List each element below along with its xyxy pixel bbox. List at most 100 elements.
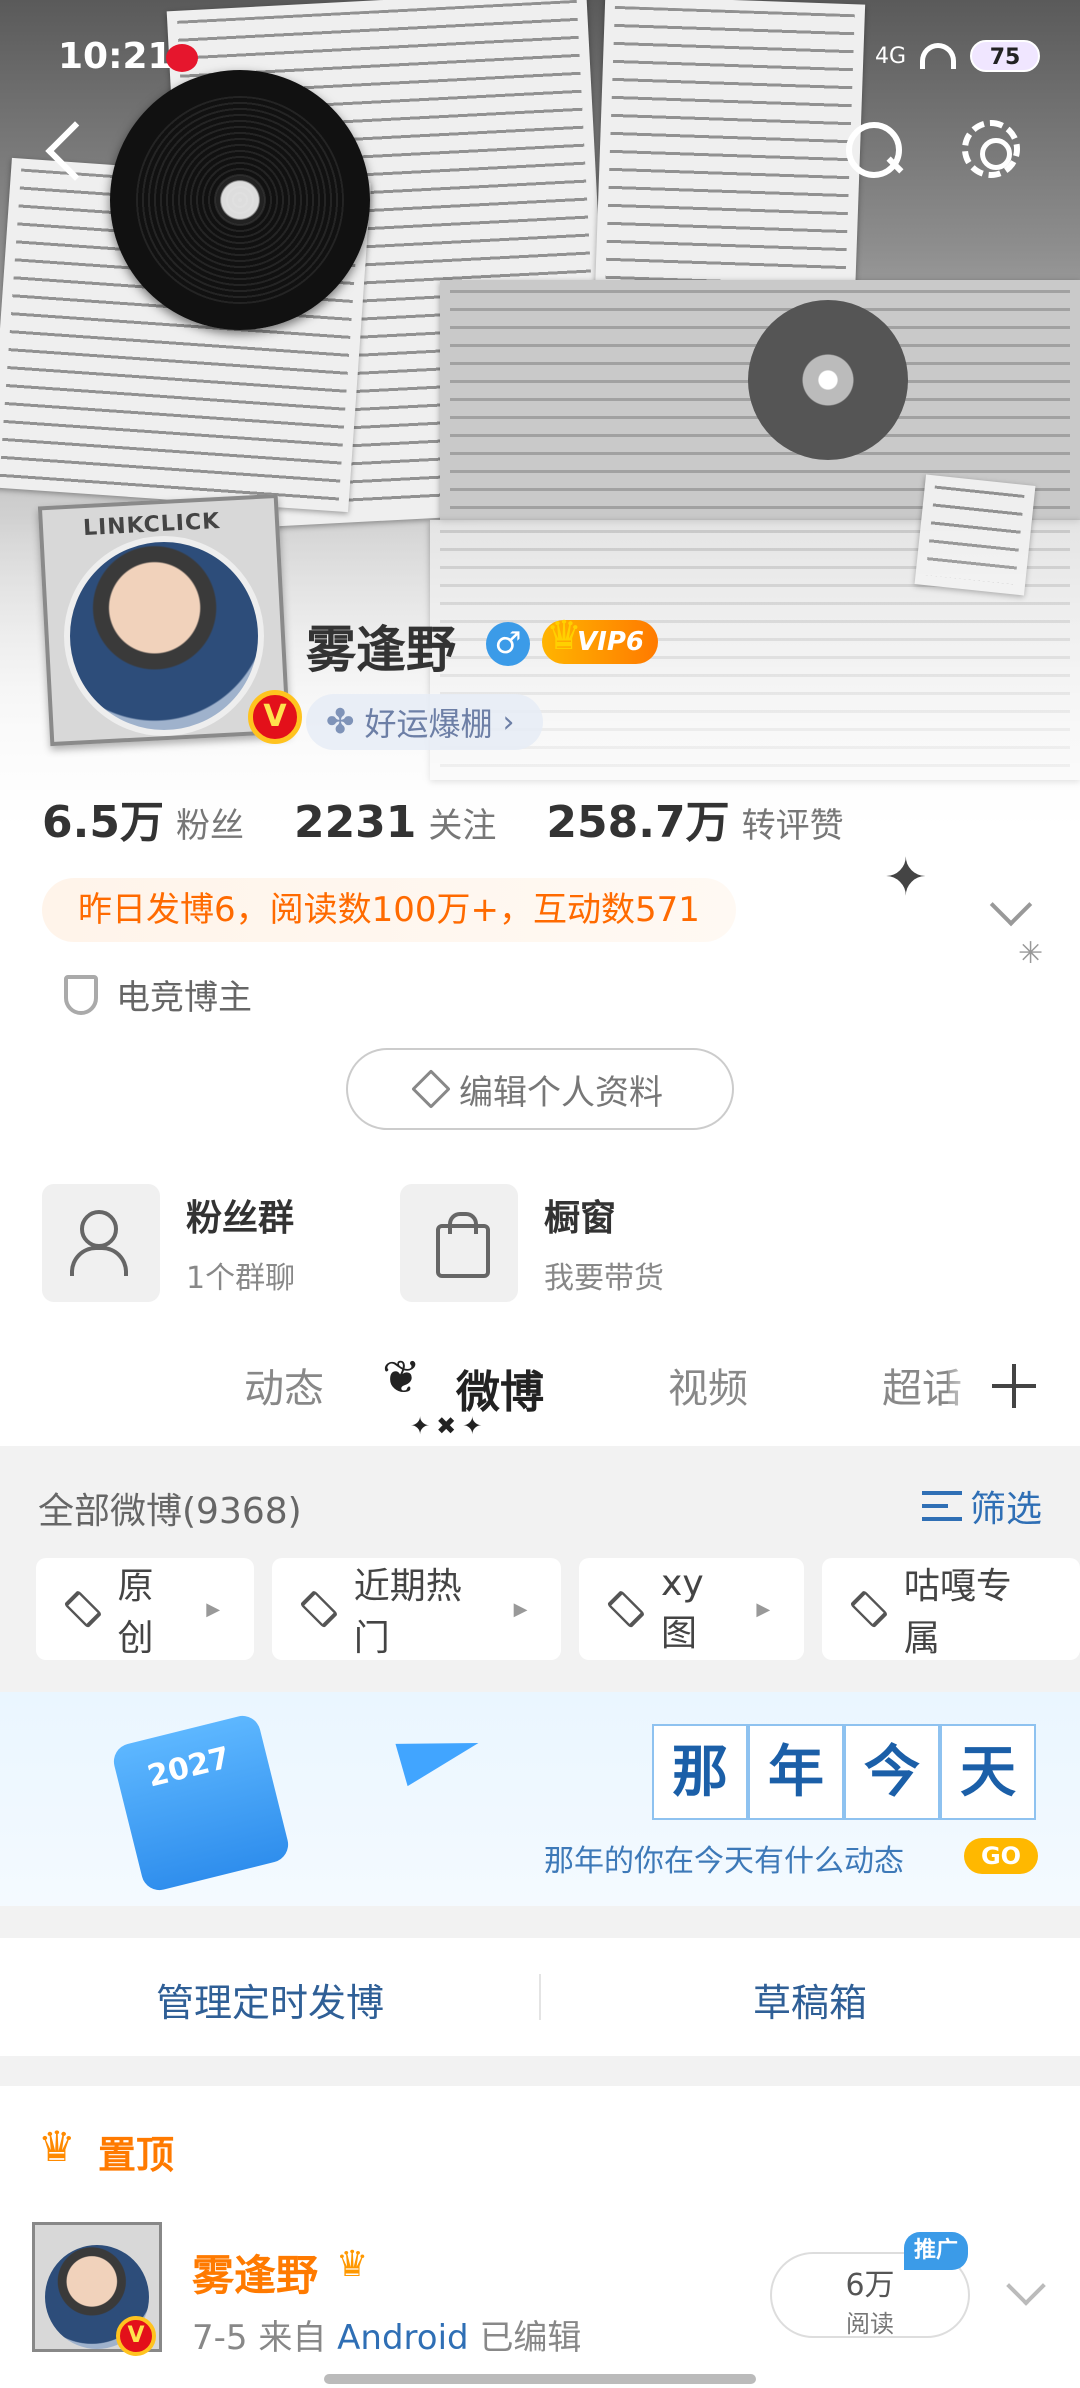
stat-value: 2231 xyxy=(293,797,417,848)
post-meta: 7-5 来自 Android 已编辑 xyxy=(192,2310,581,2359)
status-bar: 10:21 4G 75 xyxy=(0,0,1080,110)
sparkle-icon: ✦ xyxy=(884,848,928,908)
activity-summary[interactable]: 昨日发博6，阅读数100万+，互动数571 xyxy=(42,878,736,942)
clover-icon: ✤ xyxy=(326,702,355,742)
stat-interactions[interactable]: 258.7万 转评赞 xyxy=(546,786,843,850)
stat-label: 转评赞 xyxy=(741,806,844,846)
banner-char: 今 xyxy=(844,1724,940,1820)
chevron-right-icon: › xyxy=(502,704,515,740)
profile-stats: 6.5万 粉丝 2231 关注 258.7万 转评赞 xyxy=(42,786,894,850)
blogger-tag: 电竞博主 xyxy=(64,970,252,1019)
caret-right-icon: ▶ xyxy=(206,1598,221,1620)
avatar-image xyxy=(64,536,264,736)
chip-gaga-exclusive[interactable]: 咕嘎专属 xyxy=(822,1558,1080,1660)
vip-badge[interactable]: VIP6 xyxy=(542,614,658,664)
post-edited: 已编辑 xyxy=(479,2318,582,2358)
showcase-card[interactable]: 橱窗 我要带货 xyxy=(400,1184,664,1302)
sparkle-icon: ✳ xyxy=(1018,936,1044,971)
chevron-down-icon[interactable] xyxy=(1006,2266,1046,2306)
feature-subtitle: 1个群聊 xyxy=(186,1261,296,1296)
tab-videos[interactable]: 视频 xyxy=(668,1356,748,1414)
stat-value: 6.5万 xyxy=(42,797,164,848)
stat-following[interactable]: 2231 关注 xyxy=(294,797,496,848)
layers-icon xyxy=(299,1589,339,1629)
users-icon xyxy=(42,1184,160,1302)
on-this-day-banner[interactable]: 2027 那 年 今 天 那年的你在今天有什么动态 GO xyxy=(0,1692,1080,1906)
luck-tag-label: 好运爆棚 xyxy=(364,705,493,743)
profile-tabs: 动态 微博 视频 超话 xyxy=(0,1326,1080,1446)
fan-group-card[interactable]: 粉丝群 1个群聊 xyxy=(42,1184,295,1302)
chip-label: xy图 xyxy=(661,1562,704,1654)
feed-filter-area: 全部微博(9368) 筛选 原创 ▶ 近期热门 ▶ xy图 ▶ 咕嘎专属 xyxy=(0,1446,1080,1692)
search-icon[interactable] xyxy=(842,118,904,180)
chip-xy-images[interactable]: xy图 ▶ xyxy=(579,1558,805,1660)
paper-plane-icon xyxy=(395,1721,485,1787)
back-icon[interactable] xyxy=(40,118,88,182)
status-time: 10:21 xyxy=(58,36,173,77)
banner-char: 那 xyxy=(652,1724,748,1820)
verified-v-icon: V xyxy=(248,690,302,744)
promote-badge: 推广 xyxy=(904,2232,968,2270)
home-indicator[interactable] xyxy=(324,2374,756,2384)
tab-dynamics[interactable]: 动态 xyxy=(244,1356,324,1414)
pinned-post: ♛ 置顶 V 雾逢野 ♛ 7-5 来自 Android 已编辑 6万 阅读 推广 xyxy=(0,2086,1080,2388)
stat-followers[interactable]: 6.5万 粉丝 xyxy=(42,786,244,850)
drafts-button[interactable]: 草稿箱 xyxy=(540,1972,1080,2027)
stat-value: 258.7万 xyxy=(546,797,730,848)
avatar[interactable]: LINKCLICK V xyxy=(37,493,302,747)
scheduled-posts-button[interactable]: 管理定时发博 xyxy=(0,1972,540,2027)
vip-crown-icon: ♛ xyxy=(336,2244,369,2285)
post-author-name[interactable]: 雾逢野 xyxy=(192,2242,318,2303)
crown-icon: ♛ xyxy=(38,2122,76,2171)
banner-char: 年 xyxy=(748,1724,844,1820)
category-chips: 原创 ▶ 近期热门 ▶ xy图 ▶ 咕嘎专属 xyxy=(36,1558,1080,1660)
calendar-icon: 2027 xyxy=(110,1712,292,1894)
caret-right-icon: ▶ xyxy=(513,1598,528,1620)
shopping-bag-icon xyxy=(400,1184,518,1302)
post-date: 7-5 xyxy=(192,2318,248,2358)
blogger-tag-label: 电竞博主 xyxy=(116,978,252,1018)
network-label: 4G xyxy=(874,43,906,69)
filter-icon xyxy=(921,1491,962,1521)
gear-icon[interactable] xyxy=(962,120,1020,178)
user-name: 雾逢野 xyxy=(306,621,456,679)
cd-disc xyxy=(748,300,908,460)
feature-title: 粉丝群 xyxy=(186,1198,295,1239)
layers-icon xyxy=(607,1589,646,1629)
chip-label: 原创 xyxy=(117,1566,154,1659)
filter-button[interactable]: 筛选 xyxy=(921,1480,1042,1532)
banner-char: 天 xyxy=(940,1724,1036,1820)
layers-icon xyxy=(849,1589,889,1629)
post-from: 来自 xyxy=(258,2318,327,2358)
pencil-icon xyxy=(411,1069,451,1109)
luck-tag-pill[interactable]: ✤ 好运爆棚 › xyxy=(306,694,543,750)
layers-icon xyxy=(63,1589,102,1629)
shield-icon xyxy=(64,974,98,1015)
male-gender-icon: ♂ xyxy=(486,622,530,666)
calendar-year: 2027 xyxy=(144,1740,234,1795)
stat-label: 粉丝 xyxy=(175,806,244,846)
chip-original[interactable]: 原创 ▶ xyxy=(36,1558,255,1660)
chip-label: 咕嘎专属 xyxy=(903,1566,1012,1659)
verified-v-icon: V xyxy=(116,2316,156,2356)
all-posts-count[interactable]: 全部微博(9368) xyxy=(38,1482,302,1534)
banner-subtitle: 那年的你在今天有什么动态 xyxy=(544,1844,904,1879)
chip-recent-hot[interactable]: 近期热门 ▶ xyxy=(272,1558,562,1660)
chip-label: 近期热门 xyxy=(353,1566,462,1659)
stat-label: 关注 xyxy=(428,806,497,846)
battery-icon: 75 xyxy=(970,40,1040,72)
add-tab-icon[interactable] xyxy=(948,1326,1080,1446)
feature-title: 橱窗 xyxy=(544,1198,617,1239)
pinned-label: 置顶 xyxy=(98,2133,175,2177)
tab-weibo[interactable]: 微博 xyxy=(456,1356,544,1420)
butterfly-icon: ❦ xyxy=(382,1350,421,1404)
wifi-icon xyxy=(920,43,956,69)
edit-profile-button[interactable]: 编辑个人资料 xyxy=(346,1048,734,1130)
go-button[interactable]: GO xyxy=(964,1838,1038,1874)
schedule-draft-bar: 管理定时发博 草稿箱 xyxy=(0,1938,1080,2056)
weibo-notification-icon xyxy=(166,44,198,72)
active-tab-marker: ✦✖✦ xyxy=(410,1412,489,1440)
reads-label: 阅读 xyxy=(846,2310,894,2338)
feature-subtitle: 我要带货 xyxy=(544,1261,664,1296)
caret-right-icon: ▶ xyxy=(756,1598,771,1620)
